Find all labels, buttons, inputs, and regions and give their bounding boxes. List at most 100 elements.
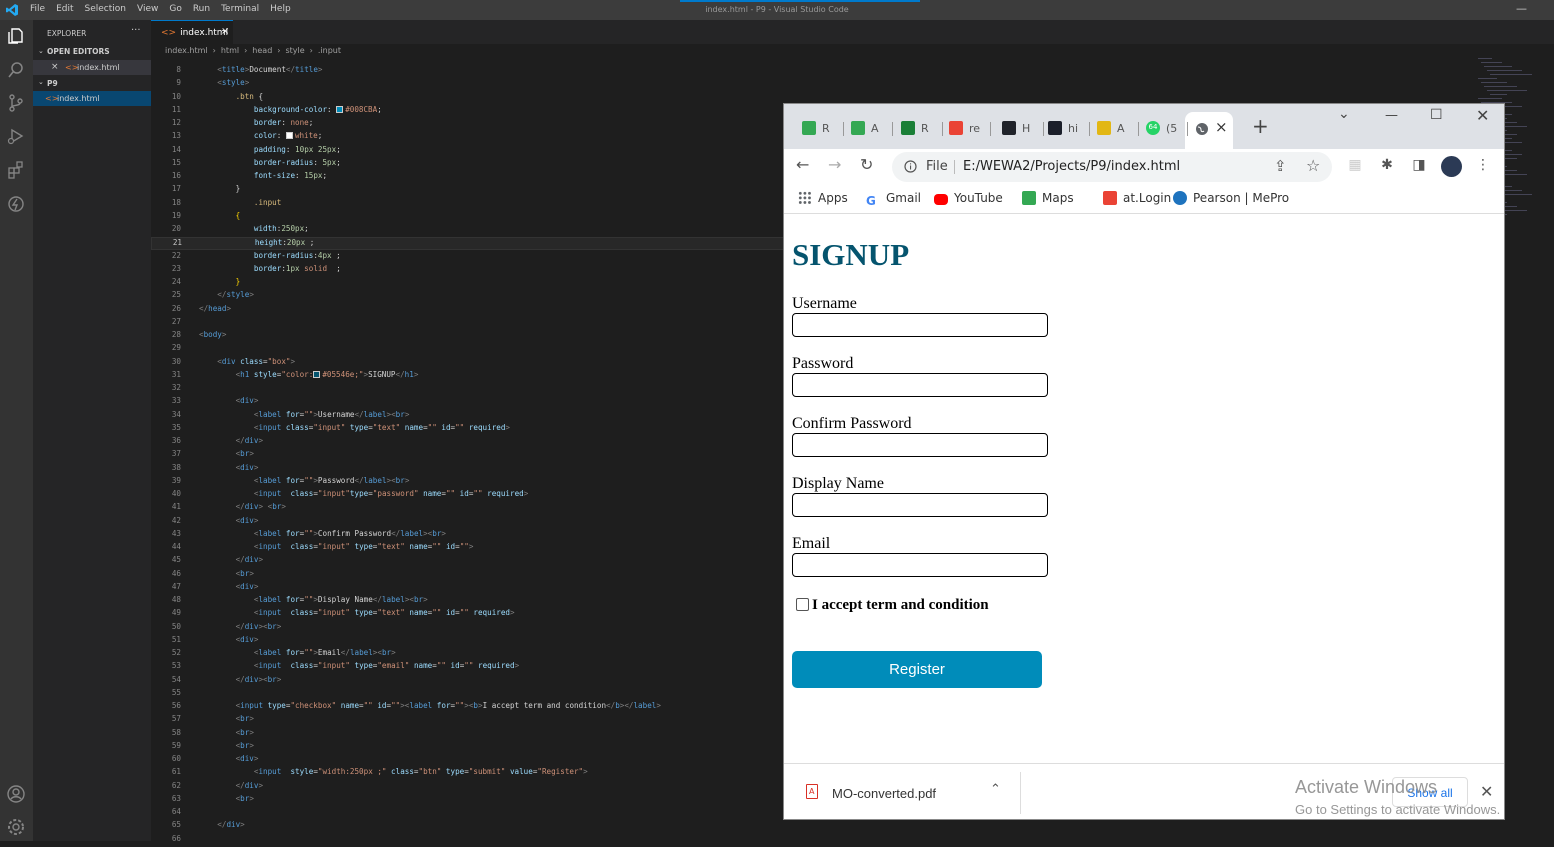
code-line[interactable]: 22 border-radius:4px ; bbox=[151, 251, 791, 264]
code-line[interactable]: 46 <br> bbox=[151, 569, 791, 582]
code-line[interactable]: 32 bbox=[151, 383, 791, 396]
star-bookmark-icon[interactable]: ☆ bbox=[1306, 156, 1320, 175]
code-line[interactable]: 52 <label for="">Email</label><br> bbox=[151, 648, 791, 661]
code-line[interactable]: 39 <label for="">Password</label><br> bbox=[151, 476, 791, 489]
bookmark-item[interactable]: Pearson | MePro bbox=[1173, 191, 1289, 205]
remote-icon[interactable] bbox=[6, 194, 26, 214]
editor-tab[interactable]: <> index.html × bbox=[151, 20, 233, 44]
avatar[interactable] bbox=[1441, 156, 1462, 177]
breadcrumb-item[interactable]: index.html bbox=[165, 46, 208, 55]
terms-label[interactable]: I accept term and condition bbox=[812, 597, 989, 614]
code-line[interactable]: 36 </div> bbox=[151, 436, 791, 449]
code-line[interactable]: 17 } bbox=[151, 184, 791, 197]
code-line[interactable]: 58 <br> bbox=[151, 728, 791, 741]
bookmark-item[interactable]: Maps bbox=[1022, 191, 1074, 205]
code-line[interactable]: 29 bbox=[151, 343, 791, 356]
breadcrumb-item[interactable]: head bbox=[252, 46, 272, 55]
search-icon[interactable] bbox=[6, 60, 26, 80]
address-bar[interactable]: File E:/WEWA2/Projects/P9/index.html ⇪ ☆ bbox=[892, 152, 1332, 182]
show-all-button[interactable]: Show all bbox=[1392, 777, 1468, 807]
share-icon[interactable]: ⇪ bbox=[1274, 157, 1287, 175]
chevron-down-icon[interactable]: ⌄ bbox=[38, 78, 44, 86]
explorer-icon[interactable] bbox=[6, 26, 26, 46]
active-browser-tab[interactable]: × bbox=[1185, 112, 1233, 149]
register-button[interactable]: Register bbox=[792, 651, 1042, 688]
code-line[interactable]: 18 .input bbox=[151, 198, 791, 211]
password-input[interactable] bbox=[792, 373, 1048, 397]
browser-tab[interactable]: H bbox=[996, 114, 1044, 142]
close-icon[interactable]: × bbox=[221, 26, 229, 37]
reload-icon[interactable]: ↻ bbox=[860, 155, 873, 174]
code-line[interactable]: 34 <label for="">Username</label><br> bbox=[151, 410, 791, 423]
close-window-icon[interactable]: ✕ bbox=[1476, 106, 1489, 125]
code-line[interactable]: 26 </head> bbox=[151, 304, 791, 317]
code-line[interactable]: 41 </div> <br> bbox=[151, 502, 791, 515]
code-line[interactable]: 64 bbox=[151, 807, 791, 820]
open-editors-header[interactable]: OPEN EDITORS bbox=[47, 47, 110, 56]
code-line[interactable]: 54 </div><br> bbox=[151, 675, 791, 688]
chevron-up-icon[interactable]: ⌃ bbox=[990, 782, 1001, 797]
terms-checkbox[interactable] bbox=[796, 598, 809, 611]
chevron-down-icon[interactable]: ⌄ bbox=[1338, 106, 1350, 122]
code-line[interactable]: 35 <input class="input" type="text" name… bbox=[151, 423, 791, 436]
code-line[interactable]: 10 .btn { bbox=[151, 92, 791, 105]
code-line[interactable]: 20 width:250px; bbox=[151, 224, 791, 237]
code-line[interactable]: 31 <h1 style="color: #05546e;">SIGNUP</h1… bbox=[151, 370, 791, 383]
code-line[interactable]: 55 bbox=[151, 688, 791, 701]
code-line[interactable]: 25 </style> bbox=[151, 290, 791, 303]
side-panel-icon[interactable]: ◨ bbox=[1410, 157, 1428, 175]
code-line[interactable]: 15 border-radius: 5px; bbox=[151, 158, 791, 171]
extensions-icon[interactable] bbox=[6, 160, 26, 180]
code-line[interactable]: 62 </div> bbox=[151, 781, 791, 794]
source-control-icon[interactable] bbox=[6, 93, 26, 113]
code-line[interactable]: 33 <div> bbox=[151, 396, 791, 409]
bookmark-item[interactable]: at.Login bbox=[1103, 191, 1171, 205]
code-line[interactable]: 56 <input type="checkbox" name="" id="">… bbox=[151, 701, 791, 714]
code-line[interactable]: 61 <input style="width:250px ;" class="b… bbox=[151, 767, 791, 780]
back-arrow-icon[interactable]: ← bbox=[796, 155, 809, 174]
minimize-icon[interactable]: — bbox=[1516, 2, 1527, 15]
code-line[interactable]: 42 <div> bbox=[151, 516, 791, 529]
code-line[interactable]: 66 bbox=[151, 834, 791, 847]
folder-file-item[interactable]: <> index.html bbox=[33, 91, 151, 106]
code-line[interactable]: 53 <input class="input" type="email" nam… bbox=[151, 661, 791, 674]
code-line[interactable]: 19 { bbox=[151, 211, 791, 224]
forward-arrow-icon[interactable]: → bbox=[828, 155, 841, 174]
code-line[interactable]: 59 <br> bbox=[151, 741, 791, 754]
code-line[interactable]: 50 </div><br> bbox=[151, 622, 791, 635]
breadcrumb-item[interactable]: html bbox=[221, 46, 239, 55]
info-icon[interactable] bbox=[904, 160, 917, 173]
code-line[interactable]: 8 <title>Document</title> bbox=[151, 65, 791, 78]
code-line[interactable]: 12 border: none; bbox=[151, 118, 791, 131]
account-icon[interactable] bbox=[6, 784, 26, 804]
code-line[interactable]: 45 </div> bbox=[151, 555, 791, 568]
code-line[interactable]: 28 <body> bbox=[151, 330, 791, 343]
display-name-input[interactable] bbox=[792, 493, 1048, 517]
close-icon[interactable]: × bbox=[51, 62, 59, 72]
run-debug-icon[interactable] bbox=[6, 126, 26, 146]
minimize-icon[interactable]: — bbox=[1385, 108, 1398, 123]
code-line[interactable]: 49 <input class="input" type="text" name… bbox=[151, 608, 791, 621]
code-line[interactable]: 27 bbox=[151, 317, 791, 330]
new-tab-icon[interactable]: + bbox=[1252, 114, 1269, 138]
maximize-icon[interactable]: ☐ bbox=[1430, 107, 1443, 123]
code-line[interactable]: 9 <style> bbox=[151, 78, 791, 91]
code-line[interactable]: 48 <label for="">Display Name</label><br… bbox=[151, 595, 791, 608]
username-input[interactable] bbox=[792, 313, 1048, 337]
code-line[interactable]: 44 <input class="input" type="text" name… bbox=[151, 542, 791, 555]
code-line[interactable]: 65 </div> bbox=[151, 820, 791, 833]
code-line[interactable]: 11 background-color: #008CBA; bbox=[151, 105, 791, 118]
open-editor-item[interactable]: × <> index.html bbox=[33, 60, 151, 75]
chevron-down-icon[interactable]: ⌄ bbox=[38, 47, 44, 55]
folder-header[interactable]: P9 bbox=[47, 79, 58, 88]
bookmark-item[interactable]: YouTube bbox=[934, 191, 1003, 205]
code-line[interactable]: 43 <label for="">Confirm Password</label… bbox=[151, 529, 791, 542]
code-line[interactable]: 63 <br> bbox=[151, 794, 791, 807]
extension-icon[interactable]: ▦ bbox=[1346, 157, 1364, 175]
code-line[interactable]: 23 border:1px solid ; bbox=[151, 264, 791, 277]
bookmark-item[interactable]: Apps bbox=[798, 191, 848, 205]
email-input[interactable] bbox=[792, 553, 1048, 577]
breadcrumb-item[interactable]: .input bbox=[318, 46, 341, 55]
code-line[interactable]: 13 color: white; bbox=[151, 131, 791, 144]
address-url[interactable]: E:/WEWA2/Projects/P9/index.html bbox=[963, 159, 1180, 174]
